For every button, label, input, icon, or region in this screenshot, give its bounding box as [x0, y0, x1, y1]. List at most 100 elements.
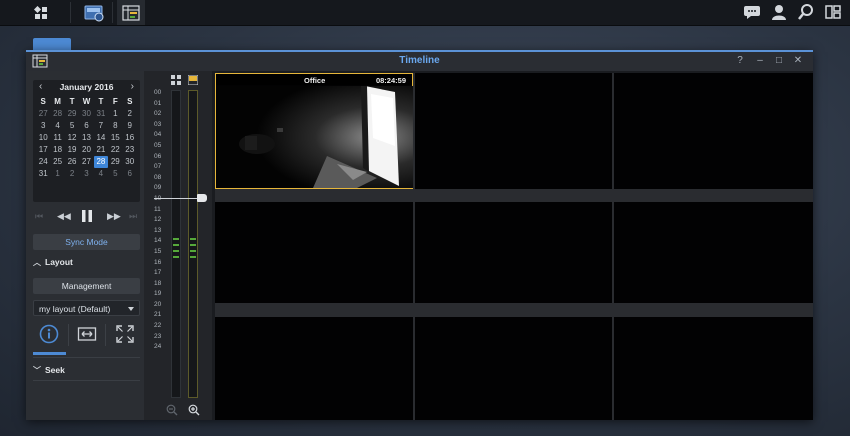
- timeline-app-button[interactable]: [117, 0, 145, 25]
- calendar-day[interactable]: 5: [108, 168, 122, 180]
- timeline-icon: [122, 4, 140, 21]
- timeline-track-all[interactable]: [171, 90, 181, 398]
- seek-section-header[interactable]: ﹀ Seek: [33, 365, 140, 379]
- calendar-day[interactable]: 4: [94, 168, 108, 180]
- calendar-day[interactable]: 4: [50, 120, 64, 132]
- layout-section-header[interactable]: ︿ Layout: [33, 257, 140, 271]
- skip-start-icon[interactable]: ⏮: [35, 211, 43, 222]
- window-titlebar[interactable]: Timeline ? – □ ✕: [26, 52, 813, 71]
- help-icon[interactable]: ?: [734, 55, 746, 66]
- calendar-day[interactable]: 1: [108, 108, 122, 120]
- maximize-icon[interactable]: □: [773, 55, 785, 66]
- calendar-day[interactable]: 6: [123, 168, 137, 180]
- video-cell[interactable]: [614, 202, 813, 303]
- fit-width-icon[interactable]: [77, 324, 97, 344]
- calendar-day[interactable]: 10: [36, 132, 50, 144]
- video-cell-office[interactable]: Office 08:24:59: [215, 73, 413, 189]
- time-cursor-line: [154, 198, 197, 199]
- calendar-day[interactable]: 23: [123, 144, 137, 156]
- calendar-day[interactable]: 15: [108, 132, 122, 144]
- search-icon[interactable]: [797, 3, 815, 21]
- zoom-in-icon[interactable]: [188, 404, 200, 416]
- calendar-day[interactable]: 19: [65, 144, 79, 156]
- calendar-day[interactable]: 11: [50, 132, 64, 144]
- calendar-day[interactable]: 1: [50, 168, 64, 180]
- calendar-day[interactable]: 9: [123, 120, 137, 132]
- calendar-day[interactable]: 18: [50, 144, 64, 156]
- calendar-day[interactable]: 31: [94, 108, 108, 120]
- surveillance-icon: [84, 5, 104, 21]
- calendar-day[interactable]: 7: [94, 120, 108, 132]
- camera-timestamp: 08:24:59: [375, 76, 406, 85]
- hour-labels: 00 01 02 03 04 05 06 07 08 09 1011 12 13 14 15 16 17 18 19…: [154, 88, 168, 353]
- grid-view-icon[interactable]: [171, 75, 181, 85]
- calendar-day[interactable]: 30: [79, 108, 93, 120]
- fullscreen-icon[interactable]: [115, 324, 135, 344]
- calendar-day[interactable]: 13: [79, 132, 93, 144]
- calendar: ‹ January 2016 › S M T W T F S 27 28 29 30 31 1 2 3 4 5 6…: [33, 80, 140, 202]
- timeline-track-selected[interactable]: [188, 90, 198, 398]
- fast-forward-icon[interactable]: ▶▶: [107, 211, 121, 222]
- calendar-day[interactable]: 24: [36, 156, 50, 168]
- zoom-out-icon[interactable]: [166, 404, 178, 416]
- calendar-day[interactable]: 3: [36, 120, 50, 132]
- calendar-day[interactable]: 3: [79, 168, 93, 180]
- calendar-day[interactable]: 14: [94, 132, 108, 144]
- user-icon[interactable]: [770, 3, 788, 21]
- video-cell[interactable]: [415, 202, 612, 303]
- main-menu-button[interactable]: [28, 0, 54, 25]
- calendar-day[interactable]: 25: [50, 156, 64, 168]
- rewind-icon[interactable]: ◀◀: [57, 211, 71, 222]
- calendar-day[interactable]: 29: [65, 108, 79, 120]
- calendar-day[interactable]: 12: [65, 132, 79, 144]
- video-cell[interactable]: [614, 73, 813, 189]
- video-cell[interactable]: [215, 202, 413, 303]
- calendar-day[interactable]: 27: [36, 108, 50, 120]
- hour-label: 15: [154, 247, 162, 255]
- skip-end-icon[interactable]: ⏭: [129, 211, 137, 222]
- video-cell[interactable]: [614, 317, 813, 420]
- active-tool-indicator: [33, 352, 66, 355]
- calendar-day[interactable]: 28: [50, 108, 64, 120]
- prev-month-button[interactable]: ‹: [39, 81, 42, 92]
- calendar-day[interactable]: 26: [65, 156, 79, 168]
- calendar-day[interactable]: 27: [79, 156, 93, 168]
- calendar-day[interactable]: 17: [36, 144, 50, 156]
- left-panel: ‹ January 2016 › S M T W T F S 27 28 29 30 31 1 2 3 4 5 6…: [26, 71, 144, 420]
- calendar-day[interactable]: 31: [36, 168, 50, 180]
- calendar-day[interactable]: 28: [93, 156, 109, 168]
- video-cell[interactable]: [415, 73, 612, 189]
- info-icon[interactable]: [39, 324, 59, 344]
- single-view-icon[interactable]: [188, 75, 198, 85]
- chevron-up-icon: ︿: [33, 258, 41, 267]
- calendar-day[interactable]: 5: [65, 120, 79, 132]
- calendar-day[interactable]: 30: [123, 156, 137, 168]
- next-month-button[interactable]: ›: [131, 81, 134, 92]
- calendar-day[interactable]: 2: [123, 108, 137, 120]
- notifications-icon[interactable]: [743, 3, 761, 21]
- calendar-day[interactable]: 20: [79, 144, 93, 156]
- management-button[interactable]: Management: [33, 278, 140, 294]
- calendar-day[interactable]: 8: [108, 120, 122, 132]
- sync-mode-button[interactable]: Sync Mode: [33, 234, 140, 250]
- playback-controls: ⏮ ◀◀ ▶▶ ⏭: [33, 207, 140, 229]
- minimize-icon[interactable]: –: [754, 55, 766, 66]
- calendar-day-header: F: [112, 97, 118, 106]
- pause-icon[interactable]: [81, 209, 93, 223]
- calendar-day[interactable]: 16: [123, 132, 137, 144]
- calendar-day[interactable]: 29: [108, 156, 122, 168]
- surveillance-app-button[interactable]: [80, 0, 108, 25]
- hour-label: 17: [154, 269, 162, 277]
- video-cell[interactable]: [415, 317, 612, 420]
- widgets-icon[interactable]: [824, 3, 842, 21]
- main-menu-icon: [34, 5, 47, 19]
- time-cursor-handle[interactable]: [197, 194, 207, 202]
- calendar-day[interactable]: 22: [108, 144, 122, 156]
- video-cell[interactable]: [215, 317, 413, 420]
- layout-select[interactable]: my layout (Default): [33, 300, 140, 316]
- calendar-day[interactable]: 2: [65, 168, 79, 180]
- close-icon[interactable]: ✕: [792, 55, 804, 66]
- calendar-day[interactable]: 21: [94, 144, 108, 156]
- hour-label: 08: [154, 173, 162, 181]
- calendar-day[interactable]: 6: [79, 120, 93, 132]
